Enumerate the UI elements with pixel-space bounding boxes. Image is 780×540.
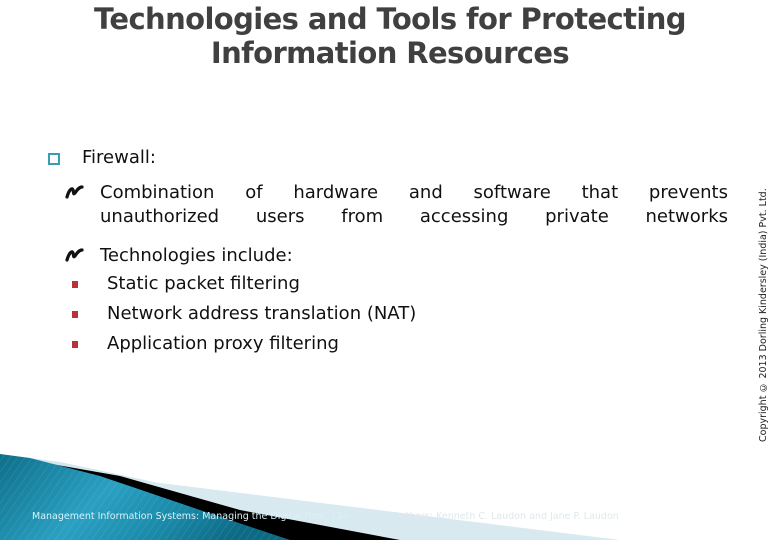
slide-title: Technologies and Tools for Protecting In… [94, 2, 686, 70]
curl-bullet-icon [65, 248, 84, 262]
bullet-technologies-include: Technologies include: [64, 244, 293, 268]
sub-bullet-nat: Network address translation (NAT) [72, 302, 416, 326]
bullet-text: Application proxy filtering [107, 333, 339, 354]
hollow-square-bullet-icon [48, 152, 60, 165]
red-square-bullet-icon [72, 310, 78, 318]
copyright-notice: Copyright © 2013 Dorling Kindersley (Ind… [758, 188, 769, 442]
sub-bullet-application-proxy-filtering: Application proxy filtering [72, 332, 339, 356]
bullet-text: Network address translation (NAT) [107, 303, 417, 324]
red-square-bullet-icon [72, 340, 78, 348]
bullet-text: Combination of hardware and software tha… [100, 181, 728, 229]
sub-bullet-static-packet-filtering: Static packet filtering [72, 272, 300, 296]
bullet-text-line-2: unauthorized users from accessing privat… [100, 206, 728, 227]
bullet-text: Static packet filtering [107, 273, 300, 294]
footer-book-title: Management Information Systems: Managing… [32, 511, 349, 522]
bullet-text: Firewall: [82, 147, 156, 168]
bullet-combination: Combination of hardware and software tha… [64, 181, 728, 229]
bullet-text-line-1: Combination of hardware and software tha… [100, 182, 728, 203]
bullet-firewall: Firewall: [48, 147, 156, 168]
footer-decoration [0, 454, 620, 540]
red-square-bullet-icon [72, 280, 78, 288]
footer-authors: Authors: Kenneth C. Laudon and Jane P. L… [393, 511, 619, 522]
curl-bullet-icon [65, 185, 84, 199]
bullet-text: Technologies include: [100, 245, 293, 266]
